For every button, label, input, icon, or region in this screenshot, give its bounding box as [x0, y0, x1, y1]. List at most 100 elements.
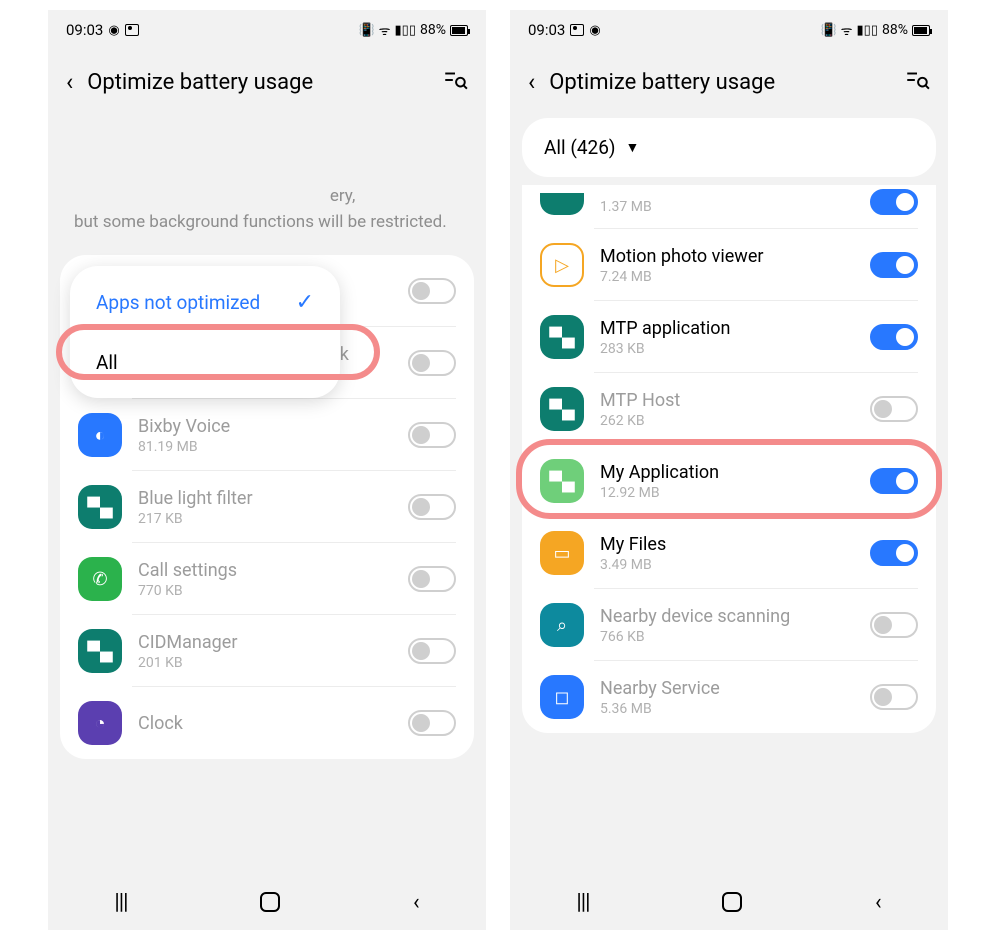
- app-icon: ▀▄: [540, 459, 584, 503]
- hint-icon: ◉: [589, 23, 600, 38]
- toggle[interactable]: [870, 252, 918, 278]
- app-icon: ◔: [78, 701, 122, 745]
- app-size: 201 KB: [138, 655, 392, 671]
- toggle[interactable]: [408, 422, 456, 448]
- caret-down-icon: ▼: [626, 139, 640, 156]
- app-list[interactable]: 1.37 MB ▷ Motion photo viewer 7.24 MB ▀▄ MTP…: [522, 185, 936, 733]
- app-icon: ▷: [540, 243, 584, 287]
- app-row[interactable]: ▀▄Blue light filter217 KB: [60, 471, 474, 543]
- app-row[interactable]: ◔ Clock: [60, 687, 474, 759]
- app-icon: [540, 193, 584, 215]
- app-row[interactable]: ▭ My Files 3.49 MB: [522, 517, 936, 589]
- app-name: Call settings: [138, 560, 392, 581]
- toggle[interactable]: [408, 494, 456, 520]
- app-icon: ▭: [540, 531, 584, 575]
- battery-icon: [912, 25, 930, 36]
- nav-back[interactable]: ‹: [875, 890, 882, 915]
- phone-right: 09:03 ◉ 📳 ᯤ ▮▯▯ 88% ‹ Optimize battery u…: [510, 10, 948, 930]
- toggle[interactable]: [408, 566, 456, 592]
- toggle[interactable]: [408, 638, 456, 664]
- toggle[interactable]: [870, 324, 918, 350]
- app-size: 12.92 MB: [600, 485, 854, 501]
- app-name: Bixby Voice: [138, 416, 392, 437]
- app-row[interactable]: ▀▄CIDManager201 KB: [60, 615, 474, 687]
- app-size: 766 KB: [600, 629, 854, 645]
- dropdown-apps-not-optimized[interactable]: Apps not optimized ✓: [70, 272, 340, 333]
- app-name: CIDManager: [138, 632, 392, 653]
- screenshot-icon: [570, 24, 584, 36]
- toggle[interactable]: [870, 468, 918, 494]
- app-icon: ▀▄: [540, 387, 584, 431]
- app-size: 5.36 MB: [600, 701, 854, 717]
- screenshot-icon: [125, 24, 139, 36]
- app-name: My Application: [600, 462, 854, 483]
- app-row[interactable]: ◻ Nearby Service 5.36 MB: [522, 661, 936, 733]
- app-icon: ▀▄: [78, 485, 122, 529]
- nav-back[interactable]: ‹: [413, 890, 420, 915]
- content-left: Apps not optimized use more battery, but…: [48, 114, 486, 874]
- app-name: Clock: [138, 713, 392, 734]
- app-name: My Files: [600, 534, 854, 555]
- nav-home[interactable]: [722, 892, 742, 912]
- app-size: 262 KB: [600, 413, 854, 429]
- app-size: 7.24 MB: [600, 269, 854, 285]
- header: ‹ Optimize battery usage: [48, 50, 486, 114]
- toggle[interactable]: [870, 684, 918, 710]
- phone-left: 09:03 ◉ 📳 ᯤ ▮▯▯ 88% ‹ Optimize battery u…: [48, 10, 486, 930]
- app-size: 1.37 MB: [600, 199, 854, 215]
- filter-search-icon[interactable]: [442, 67, 468, 97]
- status-time: 09:03: [528, 21, 565, 39]
- app-row[interactable]: ⌕Nearby device scanning766 KB: [522, 589, 936, 661]
- toggle[interactable]: [408, 710, 456, 736]
- app-row[interactable]: ▀▄ My Application 12.92 MB: [522, 445, 936, 517]
- filter-selector[interactable]: All (426) ▼: [522, 118, 936, 177]
- app-row[interactable]: ▀▄ MTP application 283 KB: [522, 301, 936, 373]
- app-row[interactable]: ✆Call settings770 KB: [60, 543, 474, 615]
- filter-search-icon[interactable]: [904, 67, 930, 97]
- status-bar: 09:03 ◉ 📳 ᯤ ▮▯▯ 88%: [48, 10, 486, 50]
- app-name: Motion photo viewer: [600, 246, 854, 267]
- status-time: 09:03: [66, 21, 103, 39]
- toggle[interactable]: [870, 189, 918, 215]
- status-bar: 09:03 ◉ 📳 ᯤ ▮▯▯ 88%: [510, 10, 948, 50]
- dropdown-all[interactable]: All: [70, 333, 340, 392]
- app-row[interactable]: ▷ Motion photo viewer 7.24 MB: [522, 229, 936, 301]
- content-right: 1.37 MB ▷ Motion photo viewer 7.24 MB ▀▄ MTP…: [510, 185, 948, 874]
- wifi-icon: ᯤ: [841, 21, 853, 39]
- app-icon: ⌕: [540, 603, 584, 647]
- toggle[interactable]: [408, 278, 456, 304]
- app-icon: ✆: [78, 557, 122, 601]
- app-name: MTP application: [600, 318, 854, 339]
- battery-percent: 88%: [882, 22, 908, 38]
- toggle[interactable]: [870, 540, 918, 566]
- nav-recent[interactable]: |||: [114, 890, 127, 915]
- toggle[interactable]: [870, 396, 918, 422]
- wifi-icon: ᯤ: [379, 21, 391, 39]
- page-title: Optimize battery usage: [87, 70, 428, 95]
- back-icon[interactable]: ‹: [528, 68, 535, 96]
- app-row[interactable]: ◐ Bixby Voice 81.19 MB: [60, 399, 474, 471]
- app-icon: ▀▄: [540, 315, 584, 359]
- app-size: 283 KB: [600, 341, 854, 357]
- app-name: Nearby Service: [600, 678, 854, 699]
- nav-bar: ||| ‹: [48, 874, 486, 930]
- app-size: 81.19 MB: [138, 439, 392, 455]
- vibrate-icon: 📳: [358, 23, 374, 38]
- filter-label: All (426): [544, 136, 616, 159]
- app-size: 217 KB: [138, 511, 392, 527]
- app-name: MTP Host: [600, 390, 854, 411]
- page-title: Optimize battery usage: [549, 70, 890, 95]
- back-icon[interactable]: ‹: [66, 68, 73, 96]
- nav-recent[interactable]: |||: [576, 890, 589, 915]
- app-row[interactable]: ▀▄ MTP Host 262 KB: [522, 373, 936, 445]
- nav-bar: ||| ‹: [510, 874, 948, 930]
- toggle[interactable]: [870, 612, 918, 638]
- toggle[interactable]: [408, 350, 456, 376]
- battery-percent: 88%: [420, 22, 446, 38]
- app-row-partial[interactable]: 1.37 MB: [522, 189, 936, 229]
- nav-home[interactable]: [260, 892, 280, 912]
- description-text: Apps not optimized use more battery, but…: [48, 114, 486, 255]
- app-icon: ◐: [78, 413, 122, 457]
- app-size: 3.49 MB: [600, 557, 854, 573]
- app-icon: ◻: [540, 675, 584, 719]
